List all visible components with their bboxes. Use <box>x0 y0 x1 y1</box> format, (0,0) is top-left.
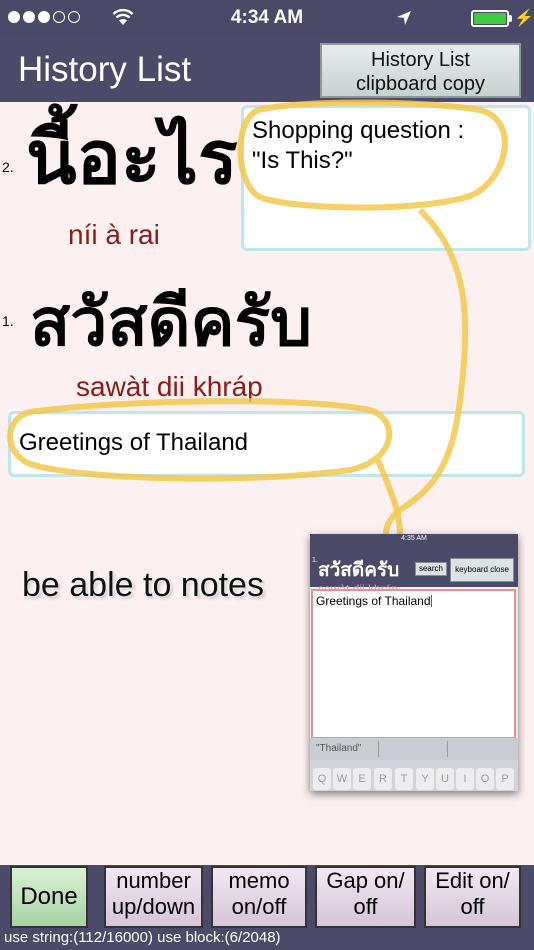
done-button[interactable]: Done <box>10 866 88 928</box>
inset-suggestion: "Thailand" <box>316 743 362 754</box>
battery-icon <box>471 10 509 27</box>
battery-level-fill <box>474 13 506 24</box>
battery-tip <box>509 15 512 22</box>
entry-thai-word[interactable]: นี้อะไร <box>26 98 238 216</box>
key-y: Y <box>416 768 434 790</box>
inset-note-editor: Greetings of Thailand <box>311 589 516 739</box>
annotation-caption: be able to notes <box>22 566 264 604</box>
header-bar: History List History List clipboard copy <box>0 36 534 102</box>
note-line-1: Shopping question : <box>252 117 465 144</box>
highlight-connector-line <box>383 207 469 535</box>
charging-bolt-icon: ⚡ <box>514 10 534 27</box>
page-title: History List <box>18 50 192 89</box>
edit-line-1: Edit on/ <box>435 868 510 893</box>
gap-toggle-button[interactable]: Gap on/ off <box>315 866 416 928</box>
edit-line-2: off <box>460 894 485 919</box>
key-t: T <box>395 768 413 790</box>
inset-status-time: 4:35 AM <box>310 534 518 544</box>
key-r: R <box>374 768 392 790</box>
note-line-2: "Is This?" <box>252 147 353 174</box>
inset-screenshot: 4:35 AM 1. สวัสดีครับ sawàt dii khráp se… <box>310 534 518 791</box>
inset-entry-number: 1. <box>312 557 318 564</box>
inset-suggestion-bar: "Thailand" <box>310 738 518 760</box>
entry-thai-word[interactable]: สวัสดีครับ <box>30 270 312 375</box>
entry-number: 1. <box>2 313 14 329</box>
gap-line-1: Gap on/ <box>326 868 405 893</box>
entry-transliteration: níi à rai <box>68 219 160 250</box>
key-e: E <box>353 768 371 790</box>
inset-thai-word: สวัสดีครับ <box>318 559 400 581</box>
number-up-down-line-1: number <box>116 868 191 893</box>
memo-line-1: memo <box>228 868 290 893</box>
memo-toggle-button[interactable]: memo on/off <box>211 866 307 928</box>
gap-line-2: off <box>353 894 378 919</box>
note-line-1: Greetings of Thailand <box>19 429 249 456</box>
memo-line-2: on/off <box>231 894 287 919</box>
inset-header: 1. สวัสดีครับ sawàt dii khráp search key… <box>310 544 518 596</box>
number-up-down-line-2: up/down <box>111 894 196 919</box>
copy-button-line-2: clipboard copy <box>356 73 485 95</box>
entry-note-box[interactable]: Shopping question : "Is This?" <box>241 105 531 251</box>
key-p: P <box>496 768 514 790</box>
usage-status-text: use string:(112/16000) use block:(6/2048… <box>4 929 281 946</box>
bottom-toolbar: Done number up/down memo on/off Gap on/ … <box>0 865 534 950</box>
key-i: I <box>456 768 474 790</box>
edit-toggle-button[interactable]: Edit on/ off <box>424 866 521 928</box>
inset-note-text: Greetings of Thailand <box>316 594 431 608</box>
key-o: O <box>476 768 494 790</box>
key-q: Q <box>313 768 331 790</box>
entry-number: 2. <box>2 159 14 175</box>
location-arrow-icon <box>397 11 411 25</box>
key-w: W <box>333 768 351 790</box>
inset-search-button: search <box>415 562 447 576</box>
key-u: U <box>436 768 454 790</box>
text-caret <box>430 595 432 607</box>
entry-note-box[interactable]: Greetings of Thailand <box>8 411 525 477</box>
history-clipboard-copy-button[interactable]: History List clipboard copy <box>320 43 521 98</box>
copy-button-line-1: History List <box>371 49 470 71</box>
inset-keyboard: Q W E R T Y U I O P <box>310 760 518 791</box>
inset-keyboard-close-button: keyboard close <box>450 558 514 582</box>
status-time: 4:34 AM <box>230 7 304 28</box>
entry-transliteration: sawàt dii khráp <box>76 371 263 402</box>
number-up-down-button[interactable]: number up/down <box>104 866 203 928</box>
status-bar: 4:34 AM ⚡ <box>0 0 534 36</box>
